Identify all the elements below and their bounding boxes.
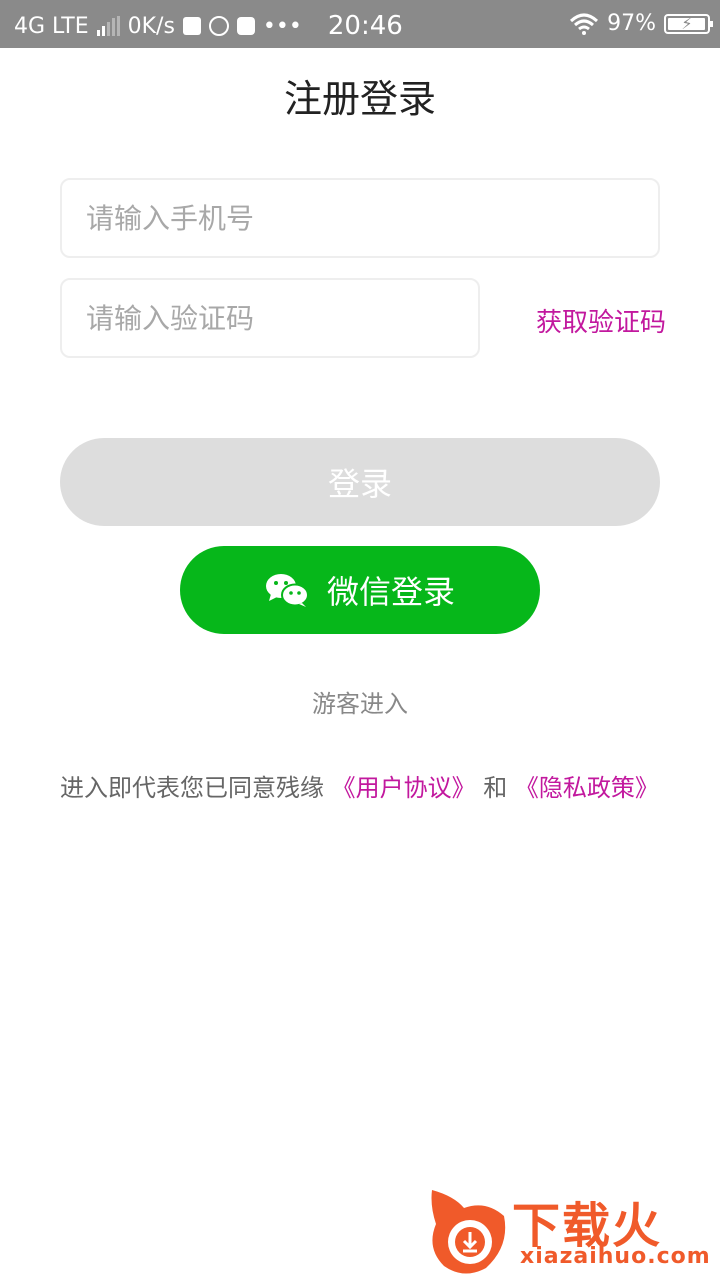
network-speed: 0K/s xyxy=(127,13,175,39)
agreement-text: 进入即代表您已同意残缘 《用户协议》 和 《隐私政策》 xyxy=(60,768,659,803)
guest-entry-link[interactable]: 游客进入 xyxy=(0,684,720,719)
phone-input[interactable] xyxy=(62,180,658,256)
clock: 20:46 xyxy=(327,11,403,41)
battery-icon: ⚡ xyxy=(664,13,713,34)
code-field[interactable] xyxy=(60,278,480,358)
privacy-policy-link[interactable]: 《隐私政策》 xyxy=(515,774,659,802)
alipay-icon xyxy=(236,17,255,35)
wechat-login-button[interactable]: 微信登录 xyxy=(180,546,540,634)
agreement-and: 和 xyxy=(483,774,508,802)
agreement-prefix: 进入即代表您已同意残缘 xyxy=(60,774,324,802)
charging-bolt-icon: ⚡ xyxy=(681,13,693,33)
code-input[interactable] xyxy=(62,280,478,356)
user-agreement-link[interactable]: 《用户协议》 xyxy=(332,774,476,802)
watermark-logo: 下载火 xiazaihuo.com xyxy=(424,1186,716,1278)
network-type: 4G LTE xyxy=(14,13,89,39)
wechat-login-label: 微信登录 xyxy=(326,573,455,611)
phone-field[interactable] xyxy=(60,178,660,258)
signal-icon xyxy=(96,16,120,36)
page-title: 注册登录 xyxy=(283,77,436,121)
login-button-label: 登录 xyxy=(327,465,392,503)
battery-percent: 97% xyxy=(607,11,656,36)
login-button[interactable]: 登录 xyxy=(60,438,660,526)
get-code-button[interactable]: 获取验证码 xyxy=(536,302,666,339)
status-bar: 4G LTE 0K/s ••• 20:46 97% ⚡ xyxy=(0,0,720,48)
more-notifications-icon: ••• xyxy=(262,13,302,39)
notification-bag-icon xyxy=(182,17,201,35)
watermark-domain: xiazaihuo.com xyxy=(520,1244,711,1269)
fire-logo-icon xyxy=(431,1190,506,1274)
wifi-icon xyxy=(570,13,599,35)
browser-icon xyxy=(208,16,229,36)
wechat-icon xyxy=(265,574,309,607)
